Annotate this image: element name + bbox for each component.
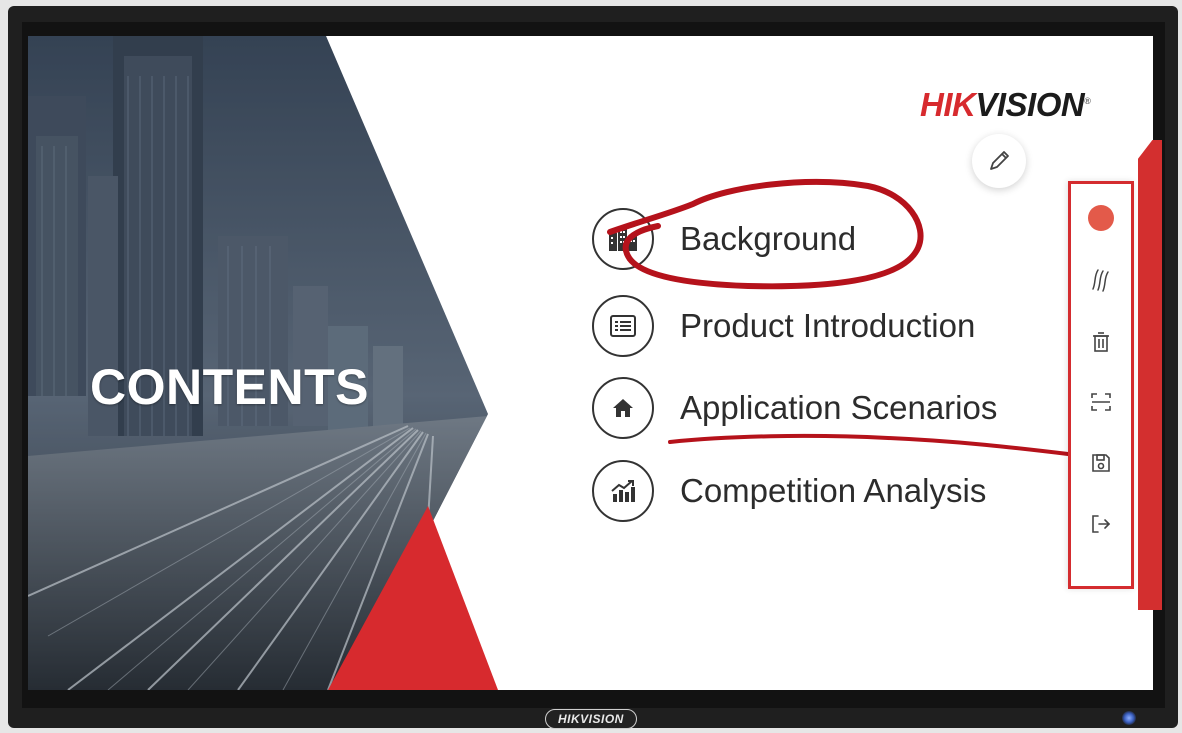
slide-screen[interactable]: CONTENTS HIKVISION® Background Product I…	[28, 36, 1153, 690]
menu-item-application-scenarios[interactable]: Application Scenarios	[592, 377, 997, 439]
annotation-pen-button[interactable]	[972, 134, 1026, 188]
red-pen-color-button[interactable]	[1071, 198, 1131, 238]
menu-label-application-scenarios: Application Scenarios	[680, 389, 998, 426]
strokes-icon	[1092, 269, 1109, 292]
menu-label-background: Background	[680, 220, 857, 257]
menu-label-competition-analysis: Competition Analysis	[680, 472, 987, 509]
registered-mark: ®	[1084, 96, 1091, 106]
bezel-brand-badge: HIKVISION	[545, 709, 637, 729]
screenshot-button[interactable]	[1071, 382, 1131, 422]
logo-red-part: HIK	[920, 86, 976, 123]
growth-chart-icon	[592, 460, 654, 522]
annotation-toolbar	[1068, 181, 1134, 589]
pencil-icon	[990, 151, 1009, 170]
logo-dark-part: VISION	[975, 86, 1085, 123]
clear-button[interactable]	[1071, 322, 1131, 362]
menu-item-product-introduction[interactable]: Product Introduction	[592, 295, 975, 357]
stroke-style-button[interactable]	[1071, 260, 1131, 300]
capture-icon	[1091, 393, 1111, 411]
hikvision-logo: HIKVISION®	[920, 86, 1091, 124]
home-icon	[592, 377, 654, 439]
save-button[interactable]	[1071, 443, 1131, 483]
menu-item-background[interactable]: Background	[592, 208, 856, 270]
save-icon	[1092, 454, 1110, 472]
menu-item-competition-analysis[interactable]: Competition Analysis	[592, 460, 986, 522]
exit-icon	[1092, 515, 1111, 533]
document-list-icon	[592, 295, 654, 357]
side-panel-edge[interactable]	[1138, 140, 1162, 610]
color-dot-icon	[1088, 205, 1114, 231]
slide-title: CONTENTS	[90, 359, 369, 415]
trash-icon	[1093, 332, 1109, 352]
exit-button[interactable]	[1071, 504, 1131, 544]
buildings-icon	[592, 208, 654, 270]
menu-label-product-introduction: Product Introduction	[680, 307, 976, 344]
sensor-light	[1122, 711, 1136, 725]
